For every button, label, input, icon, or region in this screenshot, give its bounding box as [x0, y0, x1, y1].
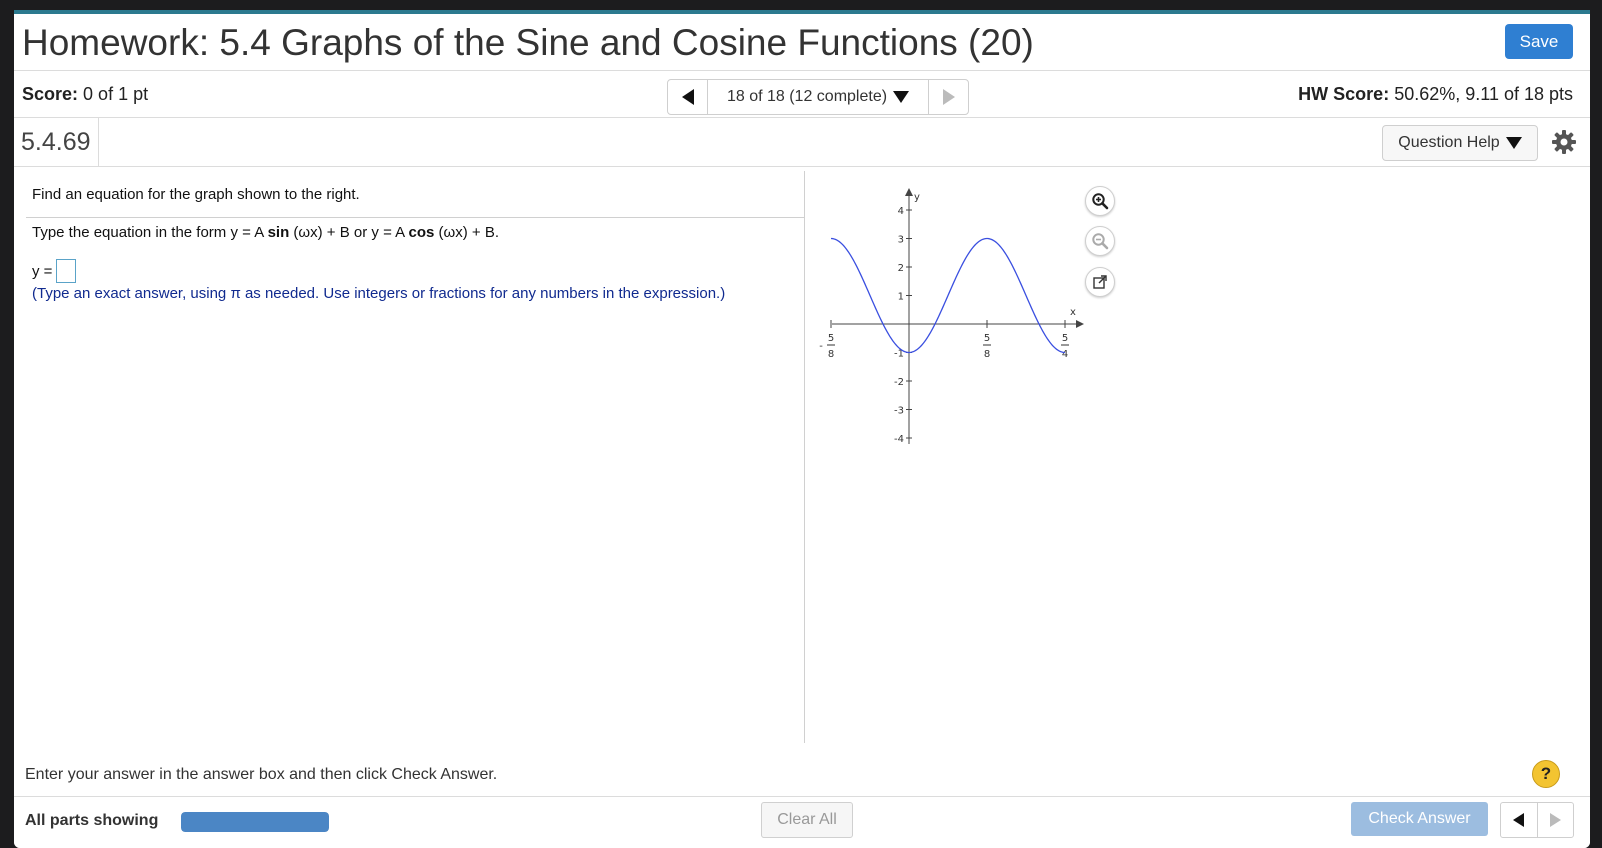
caret-down-icon	[1505, 137, 1522, 149]
y-tick-label: 2	[898, 263, 904, 274]
equation-form-instruction: Type the equation in the form y = A sin …	[32, 224, 499, 241]
y-tick-label: 3	[898, 235, 904, 246]
x-axis-arrow	[1076, 320, 1084, 328]
x-tick-numerator: 5	[828, 333, 834, 344]
form-prefix: Type the equation in the form y = A	[32, 224, 268, 241]
answer-line: y =	[32, 259, 77, 283]
footer-instruction: Enter your answer in the answer box and …	[25, 766, 498, 783]
score-row: Score: 0 of 1 pt 18 of 18 (12 complete) …	[14, 71, 1590, 118]
caret-down-icon	[893, 91, 910, 103]
y-tick-label: -2	[894, 377, 904, 388]
check-answer-button[interactable]: Check Answer	[1351, 802, 1488, 836]
homework-score: HW Score: 50.62%, 9.11 of 18 pts	[1298, 84, 1573, 105]
divider	[26, 217, 804, 218]
question-pane: Find an equation for the graph shown to …	[14, 171, 805, 743]
answer-hint: (Type an exact answer, using π as needed…	[32, 285, 726, 302]
x-tick-numerator: 5	[984, 333, 990, 344]
page-title: Homework: 5.4 Graphs of the Sine and Cos…	[22, 22, 1034, 63]
bottom-toolbar: All parts showing Clear All Check Answer	[14, 796, 1590, 848]
form-sin: sin	[267, 224, 290, 241]
save-button[interactable]: Save	[1505, 24, 1573, 59]
popout-icon[interactable]	[1085, 267, 1115, 297]
zoom-in-icon[interactable]	[1085, 186, 1115, 216]
x-tick-denominator: 8	[828, 349, 834, 360]
question-help-label: Question Help	[1398, 134, 1500, 151]
title-bar: Homework: 5.4 Graphs of the Sine and Cos…	[14, 14, 1590, 71]
question-header: 5.4.69 Question Help	[14, 118, 1590, 167]
x-tick-denominator: 4	[1062, 349, 1068, 360]
parts-showing-label: All parts showing	[25, 812, 159, 829]
question-id: 5.4.69	[14, 118, 99, 166]
question-score: Score: 0 of 1 pt	[22, 84, 148, 105]
arrow-left-icon	[1513, 813, 1525, 827]
form-suffix: (ωx) + B.	[434, 224, 500, 241]
arrow-left-icon	[681, 89, 694, 105]
function-graph: 4 3 2 1 -1 -2 -3 -4 58-5854 x y	[812, 176, 1132, 456]
answer-input[interactable]	[56, 259, 77, 283]
bottom-question-navigator	[1500, 802, 1574, 838]
hw-score-value: 50.62%, 9.11 of 18 pts	[1394, 84, 1573, 104]
y-tick-label: -4	[894, 434, 904, 445]
y-tick-label: 1	[898, 292, 904, 303]
form-cos: cos	[408, 224, 435, 241]
question-selector-label: 18 of 18 (12 complete)	[726, 88, 888, 105]
question-navigator: 18 of 18 (12 complete)	[667, 79, 969, 115]
gear-icon[interactable]	[1550, 128, 1578, 156]
sine-curve	[830, 237, 1066, 354]
help-icon[interactable]: ?	[1532, 760, 1560, 788]
question-prompt: Find an equation for the graph shown to …	[32, 186, 360, 203]
arrow-right-icon	[1549, 813, 1561, 827]
next-question-button[interactable]	[928, 80, 968, 114]
score-label: Score:	[22, 84, 79, 104]
x-tick-numerator: 5	[1062, 333, 1068, 344]
form-mid: (ωx) + B or y = A	[289, 224, 409, 241]
x-tick-denominator: 8	[984, 349, 990, 360]
question-help-dropdown[interactable]: Question Help	[1382, 125, 1538, 161]
clear-all-button[interactable]: Clear All	[761, 802, 853, 838]
homework-window: Homework: 5.4 Graphs of the Sine and Cos…	[14, 10, 1590, 848]
hw-score-label: HW Score:	[1298, 84, 1390, 104]
previous-question-button[interactable]	[668, 80, 708, 114]
answer-label: y =	[32, 262, 53, 280]
bottom-next-button[interactable]	[1538, 803, 1574, 837]
graph-svg: 4321-1-2-3-4 58-5854 x y	[819, 188, 1084, 445]
zoom-out-icon[interactable]	[1085, 226, 1115, 256]
y-axis-arrow	[905, 188, 913, 196]
parts-progress-bar	[181, 812, 329, 832]
y-axis-label: y	[914, 192, 920, 203]
progress-fill	[181, 812, 329, 832]
x-tick-sign: -	[819, 341, 823, 352]
x-axis-label: x	[1070, 307, 1076, 318]
question-selector-dropdown[interactable]: 18 of 18 (12 complete)	[708, 80, 928, 114]
bottom-previous-button[interactable]	[1501, 803, 1538, 837]
arrow-right-icon	[942, 89, 955, 105]
y-tick-label: -3	[894, 406, 904, 417]
y-tick-label: 4	[898, 206, 904, 217]
score-value: 0 of 1 pt	[83, 84, 149, 104]
